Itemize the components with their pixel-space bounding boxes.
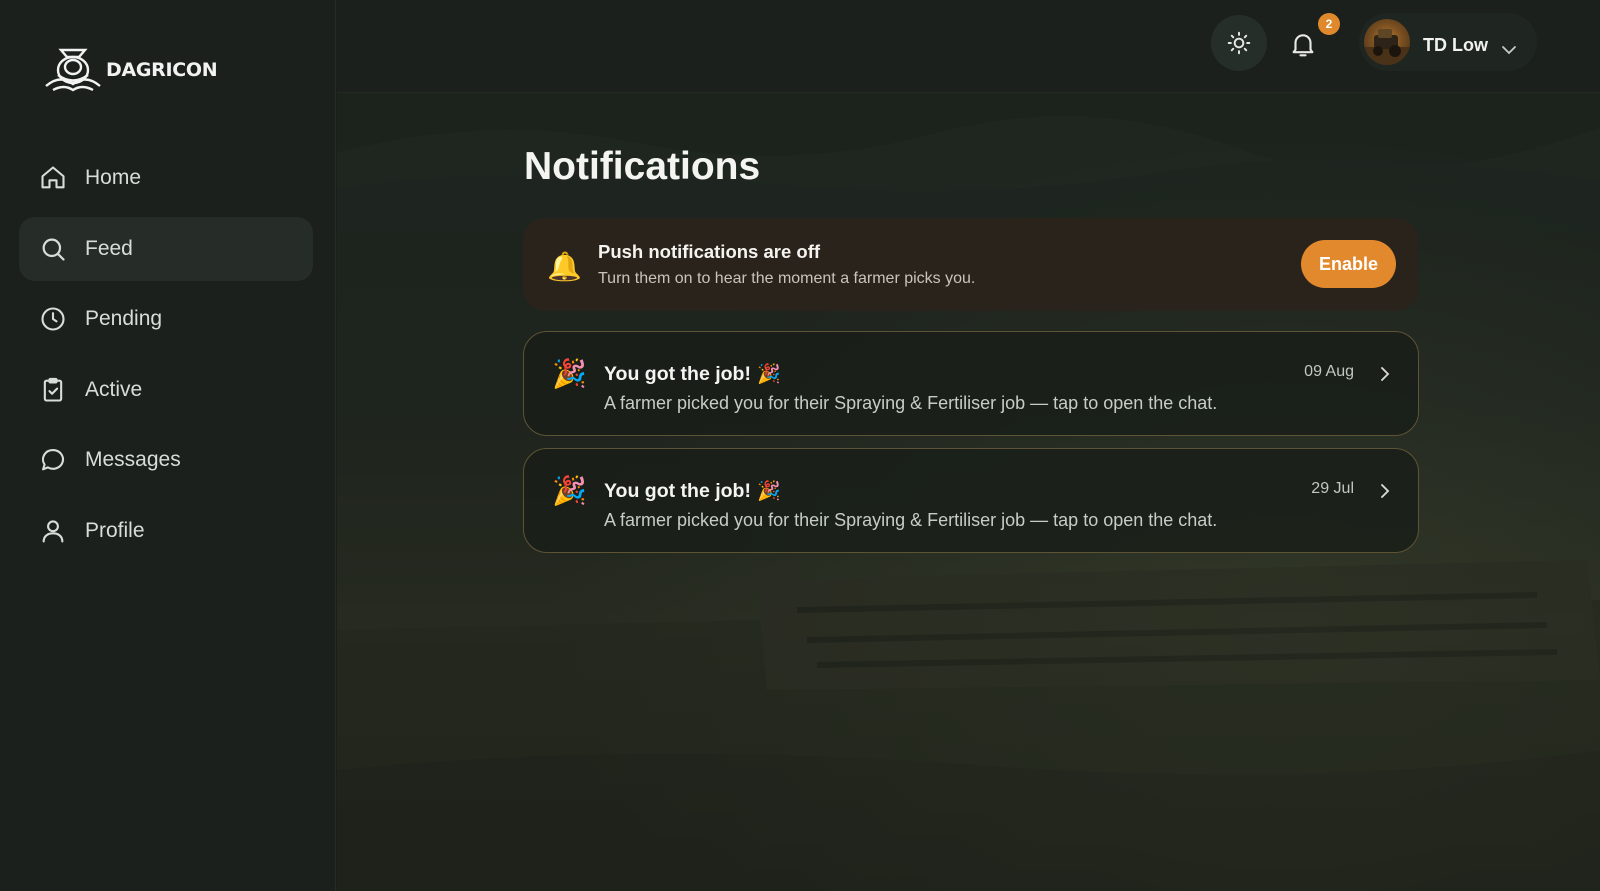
dagricon-logo-icon [45, 48, 101, 92]
brand-logo[interactable]: DAGRICON [44, 46, 218, 94]
sidebar: DAGRICON Home Feed Pending Active Messag… [0, 0, 336, 891]
bell-icon [1292, 34, 1314, 57]
sidebar-item-feed[interactable]: Feed [19, 216, 313, 281]
notification-item[interactable]: 🎉 You got the job! 🎉 A farmer picked you … [523, 331, 1419, 436]
push-banner-title: Push notifications are off [598, 241, 821, 262]
user-name: TD Low [1423, 35, 1488, 55]
party-popper-icon: 🎉 [552, 358, 587, 389]
user-icon [42, 519, 64, 543]
enable-push-button[interactable]: Enable [1301, 240, 1396, 288]
sidebar-item-active[interactable]: Active [19, 358, 313, 422]
sidebar-item-label: Home [85, 166, 142, 189]
notification-date: 09 Aug [1304, 363, 1354, 380]
sidebar-item-profile[interactable]: Profile [19, 499, 313, 563]
notification-title: You got the job! 🎉 [604, 362, 781, 386]
notification-body: A farmer picked you for their Spraying &… [604, 510, 1218, 530]
theme-toggle-button[interactable] [1211, 15, 1267, 71]
sun-icon [1227, 31, 1251, 55]
bell-emoji-icon: 🔔 [547, 251, 582, 282]
sidebar-item-messages[interactable]: Messages [19, 428, 313, 492]
notification-count-badge: 2 [1318, 13, 1340, 35]
background-field [337, 560, 1600, 891]
main-content: 2 TD Low Notifications 🔔 Push notificati… [337, 0, 1600, 891]
sidebar-item-label: Pending [85, 307, 163, 330]
notification-title-text: You got the job! [604, 363, 751, 385]
user-menu-button[interactable]: TD Low [1359, 13, 1537, 71]
notification-body: A farmer picked you for their Spraying &… [604, 393, 1218, 413]
notification-title-text: You got the job! [604, 480, 751, 502]
chat-bubble-icon [41, 449, 65, 471]
sidebar-nav: Home Feed Pending Active Messages Profil… [19, 146, 313, 569]
push-notifications-banner: 🔔 Push notifications are off Turn them o… [523, 218, 1418, 311]
sidebar-item-pending[interactable]: Pending [19, 287, 313, 351]
sidebar-item-label: Active [85, 377, 143, 401]
page-title: Notifications [524, 145, 761, 188]
sidebar-item-home[interactable]: Home [19, 146, 313, 210]
notification-title: You got the job! 🎉 [604, 479, 781, 503]
notification-item[interactable]: 🎉 You got the job! 🎉 A farmer picked you … [523, 448, 1419, 553]
avatar-image [1364, 29, 1410, 65]
brand-name: DAGRICON [106, 59, 218, 81]
push-banner-subtitle: Turn them on to hear the moment a farmer… [598, 270, 976, 287]
notification-date: 29 Jul [1311, 480, 1354, 497]
notifications-button[interactable] [1283, 24, 1323, 64]
chevron-right-icon [1381, 367, 1390, 381]
sidebar-item-label: Messages [85, 448, 181, 471]
party-popper-icon: 🎉 [756, 364, 781, 385]
clipboard-check-icon [43, 377, 63, 402]
avatar [1364, 19, 1410, 65]
chevron-down-icon [1502, 46, 1516, 55]
sidebar-item-label: Profile [85, 518, 145, 542]
search-icon [42, 238, 65, 261]
sidebar-item-label: Feed [85, 236, 133, 260]
party-popper-icon: 🎉 [756, 481, 781, 502]
party-popper-icon: 🎉 [552, 475, 587, 506]
chevron-right-icon [1381, 484, 1390, 498]
home-icon [41, 166, 65, 189]
clock-icon [41, 307, 65, 331]
